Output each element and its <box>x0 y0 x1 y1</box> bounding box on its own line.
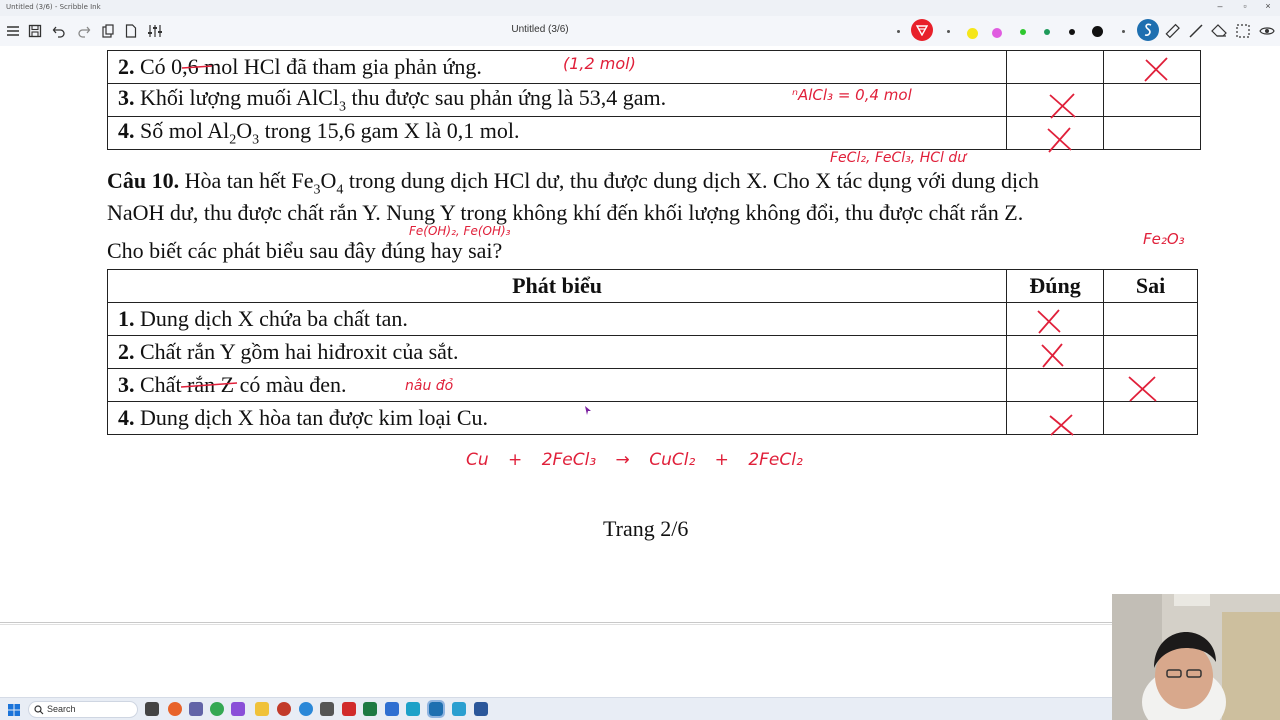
undo-icon[interactable] <box>48 20 70 42</box>
window-title-bar: Untitled (3/6) - Scribble Ink – ▫ × <box>0 0 1280 16</box>
pen-tip-icon <box>916 25 928 36</box>
page-footer: Trang 2/6 <box>603 516 689 541</box>
menu-icon[interactable] <box>2 20 24 42</box>
x-mark <box>1128 376 1157 402</box>
page-separator <box>0 622 1112 625</box>
app-icon[interactable] <box>406 702 420 716</box>
excel-icon[interactable] <box>363 702 377 716</box>
ink-note-equation: Cu + 2FeCl₃ → CuCl₂ + 2FeCl₂ <box>466 450 803 470</box>
x-mark <box>1041 343 1064 368</box>
ink-note-z-formula: Fe₂O₃ <box>1143 230 1185 248</box>
x-mark <box>1049 414 1074 436</box>
windows-start-icon[interactable] <box>8 703 20 720</box>
strike-through <box>181 65 213 69</box>
chrome-icon[interactable] <box>210 702 224 716</box>
s-curve-icon <box>1144 23 1152 36</box>
new-page-icon[interactable] <box>120 20 142 42</box>
separator-dot <box>1122 30 1125 33</box>
app-icon[interactable] <box>277 702 291 716</box>
x-mark <box>1144 57 1168 82</box>
taskbar-search-input[interactable]: Search <box>28 701 138 718</box>
app-icon[interactable] <box>168 702 182 716</box>
line-icon[interactable] <box>1185 20 1207 42</box>
ink-note-y-components: Fe(OH)₂, Fe(OH)₃ <box>409 224 511 238</box>
search-icon <box>34 705 44 715</box>
maximize-button[interactable]: ▫ <box>1235 1 1255 11</box>
document-title: Untitled (3/6) <box>511 24 569 35</box>
x-mark <box>1047 127 1072 153</box>
app-icon[interactable] <box>231 702 245 716</box>
highlighter-tool[interactable] <box>1137 19 1159 41</box>
taskbar: Search <box>0 697 1112 720</box>
scribble-ink-icon[interactable] <box>427 700 445 718</box>
pen-pink[interactable] <box>992 28 1002 38</box>
ruler-icon[interactable] <box>1161 20 1183 42</box>
webcam-overlay <box>1112 594 1280 720</box>
window-title: Untitled (3/6) - Scribble Ink <box>6 3 101 11</box>
strike-through <box>180 382 238 388</box>
presenter-video-image <box>1112 594 1280 720</box>
next-page-area <box>0 626 1112 696</box>
search-label: Search <box>47 704 76 714</box>
fit-width-icon[interactable] <box>1256 20 1278 42</box>
minimize-button[interactable]: – <box>1210 1 1230 11</box>
ink-note-color: nâu đỏ <box>405 378 454 394</box>
paste-icon[interactable] <box>97 20 119 42</box>
file-explorer-icon[interactable] <box>255 702 269 716</box>
pen-red-active[interactable] <box>911 19 933 41</box>
document-canvas[interactable]: 2. Có 0,6 mol HCl đã tham gia phản ứng. … <box>0 46 1280 622</box>
pen-green[interactable] <box>1020 29 1026 35</box>
ink-note-1-2-mol: (1,2 mol) <box>563 54 636 73</box>
pen-dark-green[interactable] <box>1044 29 1050 35</box>
save-icon[interactable] <box>24 20 46 42</box>
ink-note-x-components: FeCl₂, FeCl₃, HCl dư <box>830 150 967 166</box>
task-view-icon[interactable] <box>145 702 159 716</box>
app-icon[interactable] <box>452 702 466 716</box>
lasso-select-icon[interactable] <box>1232 20 1254 42</box>
separator-dot <box>947 30 950 33</box>
pen-yellow[interactable] <box>967 28 978 39</box>
toolbar <box>0 16 1280 46</box>
app-icon[interactable] <box>299 702 313 716</box>
app-icon[interactable] <box>385 702 399 716</box>
close-button[interactable]: × <box>1258 1 1278 11</box>
app-icon[interactable] <box>320 702 334 716</box>
pen-black-thin[interactable] <box>1069 29 1075 35</box>
x-mark <box>1049 93 1076 119</box>
teams-icon[interactable] <box>189 702 203 716</box>
separator-dot <box>897 30 900 33</box>
pen-black-thick[interactable] <box>1092 26 1103 37</box>
pdf-icon[interactable] <box>342 702 356 716</box>
pen-cursor-icon <box>585 406 591 415</box>
settings-sliders-icon[interactable] <box>144 20 166 42</box>
redo-icon[interactable] <box>73 20 95 42</box>
ink-note-n-alcl3: ⁿAlCl₃ = 0,4 mol <box>792 86 912 104</box>
eraser-icon[interactable] <box>1208 20 1230 42</box>
word-icon[interactable] <box>474 702 488 716</box>
x-mark <box>1037 309 1061 334</box>
